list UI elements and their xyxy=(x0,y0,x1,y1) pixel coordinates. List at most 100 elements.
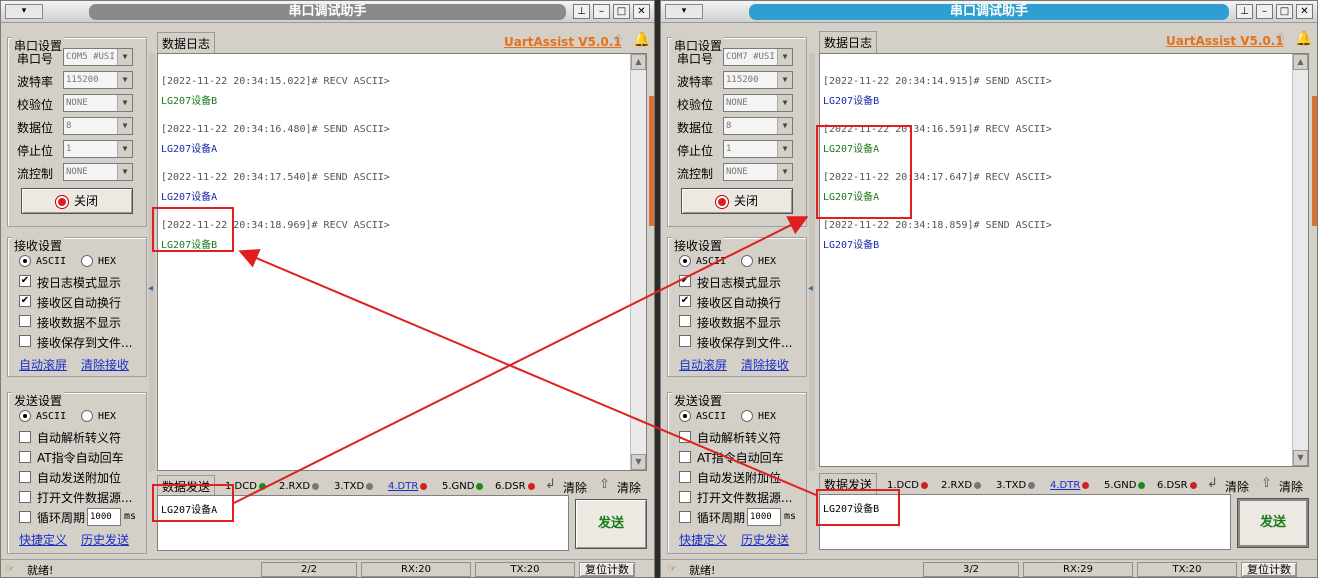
history-send-link[interactable]: 历史发送 xyxy=(741,531,789,548)
close-port-button[interactable]: 关闭 xyxy=(681,188,793,214)
close-port-button[interactable]: 关闭 xyxy=(21,188,133,214)
bell-icon[interactable]: 🔔 xyxy=(1295,31,1312,47)
hide-recv-checkbox[interactable] xyxy=(19,315,31,327)
databits-select[interactable]: 8 ▼ xyxy=(63,117,133,135)
checkbox-label: 接收数据不显示 xyxy=(37,316,122,330)
file-source-checkbox[interactable] xyxy=(679,491,691,503)
status-bar: ☞ 就绪! 2/2 RX:20 TX:20 复位计数 xyxy=(1,559,654,577)
stopbits-select[interactable]: 1 ▼ xyxy=(63,140,133,158)
close-icon[interactable]: ✕ xyxy=(1296,4,1313,19)
send-ascii-radio[interactable] xyxy=(19,410,31,422)
page-indicator: 2/2 xyxy=(261,562,357,577)
escape-checkbox[interactable] xyxy=(679,431,691,443)
system-menu-icon[interactable]: ▾ xyxy=(5,4,43,19)
tab-data-log[interactable]: 数据日志 xyxy=(819,31,878,53)
save-to-file-checkbox[interactable] xyxy=(19,335,31,347)
quick-define-link[interactable]: 快捷定义 xyxy=(19,531,67,548)
brand-link[interactable]: UartAssist V5.0.1 xyxy=(1166,34,1284,48)
bell-icon[interactable]: 🔔 xyxy=(633,32,650,48)
auto-wrap-checkbox[interactable]: ✔ xyxy=(679,295,691,307)
databits-select[interactable]: 8 ▼ xyxy=(723,117,793,135)
splitter-handle[interactable] xyxy=(649,96,654,226)
parity-select[interactable]: NONE ▼ xyxy=(723,94,793,112)
clear-send-button[interactable]: 清除 xyxy=(1225,478,1249,495)
auto-scroll-link[interactable]: 自动滚屏 xyxy=(19,356,67,373)
log-scrollbar[interactable]: ▲ ▼ xyxy=(630,54,646,470)
clear-recv-link[interactable]: 清除接收 xyxy=(81,356,129,373)
clear-up-icon[interactable]: ⇧ xyxy=(1261,476,1272,491)
parity-select[interactable]: NONE ▼ xyxy=(63,94,133,112)
clear-arrow-icon[interactable]: ↲ xyxy=(545,477,556,492)
quick-define-link[interactable]: 快捷定义 xyxy=(679,531,727,548)
send-button[interactable]: 发送 xyxy=(575,499,647,549)
at-cr-checkbox[interactable] xyxy=(19,451,31,463)
auto-scroll-link[interactable]: 自动滚屏 xyxy=(679,356,727,373)
escape-checkbox[interactable] xyxy=(19,431,31,443)
period-input[interactable]: 1000 xyxy=(87,508,121,526)
append-bits-checkbox[interactable] xyxy=(679,471,691,483)
flow-select[interactable]: NONE ▼ xyxy=(723,163,793,181)
collapse-handle[interactable]: ◂ xyxy=(148,53,155,471)
maximize-button[interactable]: □ xyxy=(613,4,630,19)
port-select[interactable]: COM5 #USI ▼ xyxy=(63,48,133,66)
clear-up-icon[interactable]: ⇧ xyxy=(599,477,610,492)
title-bar[interactable]: ▾ 串口调试助手 ⊥ – □ ✕ xyxy=(1,1,654,23)
clear-recv-link[interactable]: 清除接收 xyxy=(741,356,789,373)
close-icon[interactable]: ✕ xyxy=(633,4,650,19)
pin-icon[interactable]: ⊥ xyxy=(1236,4,1253,19)
pin-dtr[interactable]: 4.DTR xyxy=(388,481,428,492)
system-menu-icon[interactable]: ▾ xyxy=(665,4,703,19)
log-scrollbar[interactable]: ▲ ▼ xyxy=(1292,54,1308,466)
append-bits-checkbox[interactable] xyxy=(19,471,31,483)
history-send-link[interactable]: 历史发送 xyxy=(81,531,129,548)
auto-wrap-checkbox[interactable]: ✔ xyxy=(19,295,31,307)
diamond-icon[interactable]: ♢ xyxy=(1274,31,1287,47)
clear-all-button[interactable]: 清除 xyxy=(1279,478,1303,495)
pin-dtr[interactable]: 4.DTR xyxy=(1050,480,1090,491)
baud-select[interactable]: 115200 ▼ xyxy=(723,71,793,89)
checkbox-label: 接收区自动换行 xyxy=(37,296,122,310)
period-input[interactable]: 1000 xyxy=(747,508,781,526)
send-hex-radio[interactable] xyxy=(81,410,93,422)
port-select[interactable]: COM7 #USI ▼ xyxy=(723,48,793,66)
reset-count-button[interactable]: 复位计数 xyxy=(1241,562,1297,577)
minimize-button[interactable]: – xyxy=(593,4,610,19)
clear-all-button[interactable]: 清除 xyxy=(617,479,641,496)
collapse-handle[interactable]: ◂ xyxy=(808,53,815,471)
reset-count-button[interactable]: 复位计数 xyxy=(579,562,635,577)
hide-recv-checkbox[interactable] xyxy=(679,315,691,327)
log-view[interactable]: [2022-11-22 20:34:15.022]# RECV ASCII> L… xyxy=(157,53,647,471)
log-view[interactable]: [2022-11-22 20:34:14.915]# SEND ASCII> L… xyxy=(819,53,1309,467)
pin-icon[interactable]: ⊥ xyxy=(573,4,590,19)
title-bar[interactable]: ▾ 串口调试助手 ⊥ – □ ✕ xyxy=(661,1,1317,23)
baud-select[interactable]: 115200 ▼ xyxy=(63,71,133,89)
ready-icon: ☞ xyxy=(5,562,15,575)
file-source-checkbox[interactable] xyxy=(19,491,31,503)
at-cr-checkbox[interactable] xyxy=(679,451,691,463)
stopbits-select[interactable]: 1 ▼ xyxy=(723,140,793,158)
clear-send-button[interactable]: 清除 xyxy=(563,479,587,496)
brand-link[interactable]: UartAssist V5.0.1 xyxy=(504,35,622,49)
loop-checkbox[interactable] xyxy=(679,511,691,523)
recv-ascii-radio[interactable] xyxy=(679,255,691,267)
maximize-button[interactable]: □ xyxy=(1276,4,1293,19)
tab-data-log[interactable]: 数据日志 xyxy=(157,32,216,54)
log-mode-checkbox[interactable]: ✔ xyxy=(19,275,31,287)
log-mode-checkbox[interactable]: ✔ xyxy=(679,275,691,287)
send-hex-radio[interactable] xyxy=(741,410,753,422)
save-to-file-checkbox[interactable] xyxy=(679,335,691,347)
recv-hex-radio[interactable] xyxy=(81,255,93,267)
recv-ascii-radio[interactable] xyxy=(19,255,31,267)
loop-checkbox[interactable] xyxy=(19,511,31,523)
log-header: [2022-11-22 20:34:18.859]# SEND ASCII> xyxy=(823,220,1052,231)
radio-label: HEX xyxy=(98,411,117,422)
flow-select[interactable]: NONE ▼ xyxy=(63,163,133,181)
diamond-icon[interactable]: ♢ xyxy=(612,32,625,48)
send-button[interactable]: 发送 xyxy=(1237,498,1309,548)
send-ascii-radio[interactable] xyxy=(679,410,691,422)
log-data: LG207设备A xyxy=(161,144,218,155)
clear-arrow-icon[interactable]: ↲ xyxy=(1207,476,1218,491)
recv-hex-radio[interactable] xyxy=(741,255,753,267)
minimize-button[interactable]: – xyxy=(1256,4,1273,19)
splitter-handle[interactable] xyxy=(1312,96,1317,226)
